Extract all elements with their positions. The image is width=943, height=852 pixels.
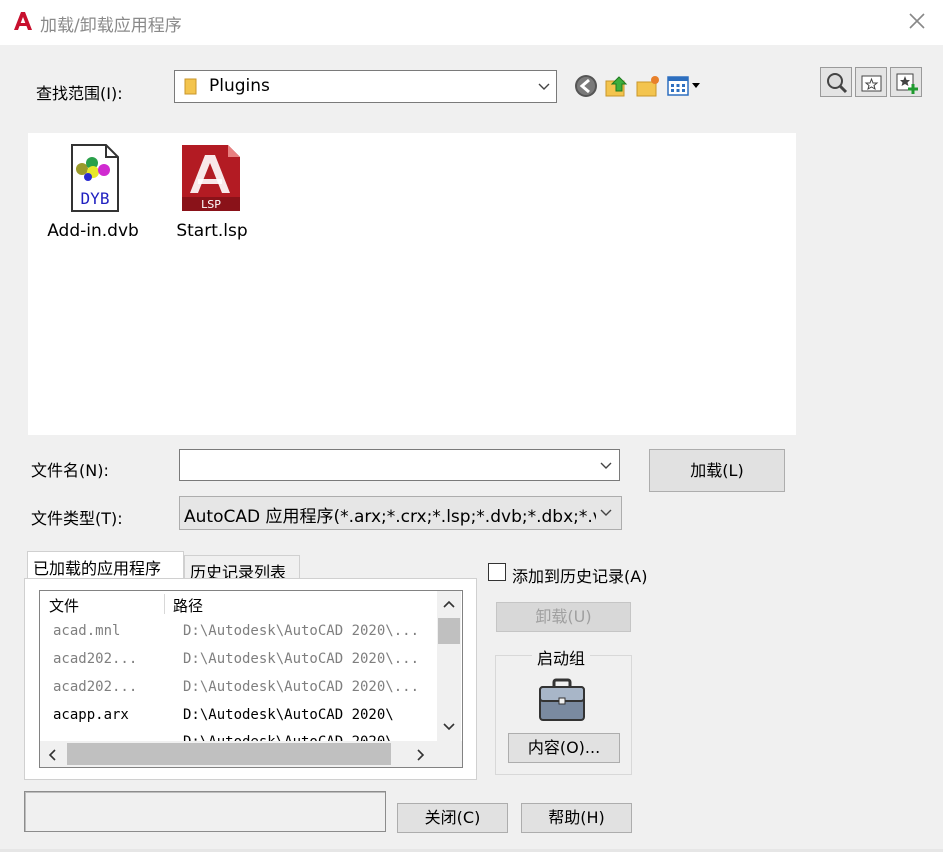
table-row[interactable]: acapp.arx D:\Autodesk\AutoCAD 2020\ — [40, 705, 438, 731]
close-button[interactable]: 关闭(C) — [397, 803, 508, 833]
column-divider[interactable] — [164, 594, 165, 614]
favorites-folder-icon — [861, 75, 882, 92]
horizontal-scrollbar[interactable] — [40, 741, 437, 767]
up-folder-icon[interactable] — [604, 73, 630, 99]
tab-history-list[interactable]: 历史记录列表 — [184, 555, 300, 582]
lookin-label: 查找范围(I): — [36, 84, 123, 103]
chevron-down-icon — [538, 83, 550, 90]
briefcase-icon[interactable] — [537, 677, 587, 723]
row-file: acad202... — [53, 651, 138, 667]
row-file: acad.mnl — [53, 623, 121, 639]
row-path: D:\Autodesk\AutoCAD 2020\... — [183, 651, 420, 667]
add-to-history-label[interactable]: 添加到历史记录(A) — [512, 563, 647, 587]
views-menu-icon[interactable] — [667, 75, 707, 97]
table-row[interactable]: acad.mnl D:\Autodesk\AutoCAD 2020\... — [40, 621, 438, 647]
chevron-down-icon — [600, 509, 612, 516]
table-row[interactable]: acad202... D:\Autodesk\AutoCAD 2020\... — [40, 649, 438, 675]
find-icon — [827, 73, 848, 94]
lsp-badge: LSP — [201, 198, 221, 211]
startup-group-label: 启动组 — [532, 645, 591, 669]
scroll-left-icon[interactable] — [47, 749, 57, 761]
lookin-value: Plugins — [209, 76, 270, 96]
vertical-scrollbar[interactable] — [437, 591, 461, 741]
contents-button[interactable]: 内容(O)... — [508, 733, 620, 763]
row-file: acad202... — [53, 679, 138, 695]
row-file: acapp.arx — [53, 707, 129, 723]
filename-field[interactable] — [179, 449, 620, 481]
scroll-down-icon[interactable] — [442, 722, 456, 732]
filetype-dropdown[interactable]: AutoCAD 应用程序(*.arx;*.crx;*.lsp;*.dvb;*.d… — [179, 496, 622, 530]
window-title: 加载/卸载应用程序 — [40, 16, 182, 36]
help-button[interactable]: 帮助(H) — [521, 803, 632, 833]
column-header-file[interactable]: 文件 — [49, 595, 79, 616]
chevron-down-icon[interactable] — [599, 461, 613, 471]
list-header: 文件 路径 — [40, 591, 438, 617]
dvb-badge: DYB — [81, 189, 110, 208]
scroll-right-icon[interactable] — [416, 749, 426, 761]
find-button[interactable] — [820, 67, 852, 97]
scrollbar-corner — [437, 741, 462, 767]
row-path: D:\Autodesk\AutoCAD 2020\... — [183, 623, 420, 639]
horizontal-scroll-thumb[interactable] — [67, 743, 391, 765]
filename-label: 文件名(N): — [31, 461, 109, 480]
dvb-file-icon: DYB — [71, 144, 119, 212]
load-button[interactable]: 加载(L) — [649, 449, 785, 492]
folder-icon — [184, 78, 197, 95]
add-favorites-button[interactable] — [890, 67, 922, 97]
file-item-add-in[interactable]: DYB Add-in.dvb — [38, 139, 148, 241]
scroll-up-icon[interactable] — [442, 599, 456, 609]
file-name: Add-in.dvb — [47, 221, 139, 241]
favorites-folder-button[interactable] — [855, 67, 887, 97]
add-to-history-checkbox[interactable] — [488, 563, 506, 581]
filetype-value: AutoCAD 应用程序(*.arx;*.crx;*.lsp;*.dvb;*.d… — [184, 507, 596, 527]
back-icon[interactable] — [573, 73, 599, 99]
unload-button[interactable]: 卸载(U) — [496, 602, 631, 632]
filename-input[interactable] — [182, 453, 586, 479]
tab-loaded-apps[interactable]: 已加载的应用程序 — [27, 551, 184, 579]
row-path: D:\Autodesk\AutoCAD 2020\ — [183, 707, 394, 723]
file-name: Start.lsp — [176, 221, 248, 241]
status-box — [24, 791, 386, 832]
row-path: D:\Autodesk\AutoCAD 2020\... — [183, 679, 420, 695]
lsp-file-icon: LSP — [182, 145, 240, 211]
add-favorites-icon — [896, 73, 918, 94]
filetype-label: 文件类型(T): — [31, 509, 123, 528]
vertical-scroll-thumb[interactable] — [438, 618, 460, 644]
column-header-path[interactable]: 路径 — [173, 595, 203, 616]
autocad-logo-icon — [12, 10, 34, 32]
lookin-dropdown[interactable]: Plugins — [174, 70, 557, 103]
close-icon[interactable] — [905, 9, 929, 33]
file-item-start[interactable]: LSP Start.lsp — [158, 139, 266, 241]
file-list-pane[interactable]: DYB Add-in.dvb LSP Start.lsp — [28, 133, 796, 435]
new-folder-icon[interactable] — [635, 73, 661, 99]
table-row[interactable]: acad202... D:\Autodesk\AutoCAD 2020\... — [40, 677, 438, 703]
